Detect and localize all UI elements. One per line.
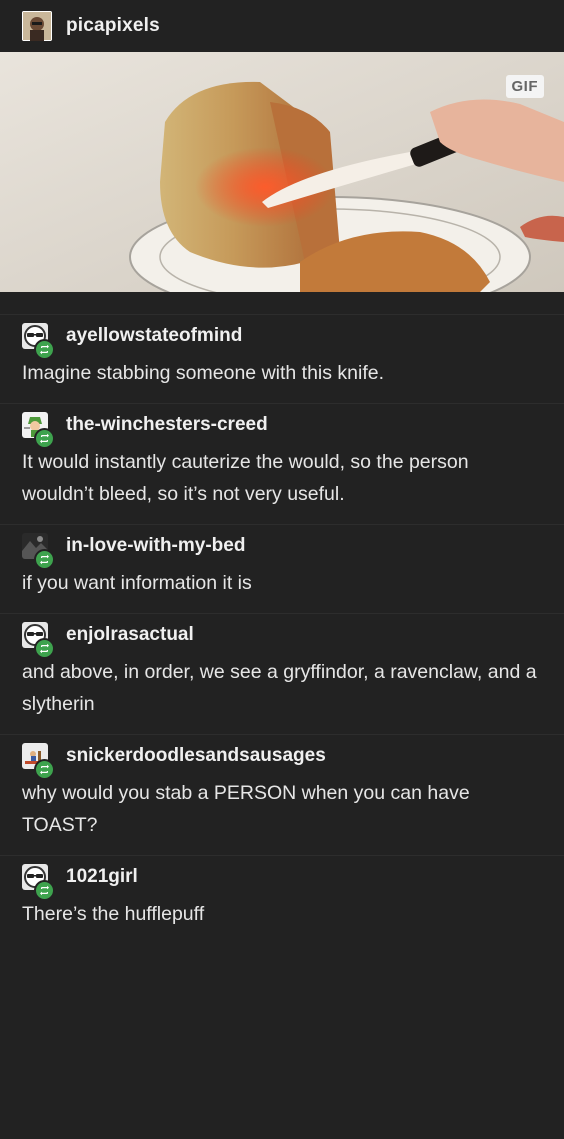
reply-username[interactable]: 1021girl	[66, 866, 138, 888]
reply-text: if you want information it is	[22, 572, 252, 594]
avatar-sunglasses-face-icon[interactable]	[22, 620, 55, 659]
reblog-icon	[34, 880, 55, 901]
reply-username[interactable]: ayellowstateofmind	[66, 325, 242, 347]
reblog-entry-2: the-winchesters-creed It would instantly…	[0, 403, 564, 524]
reblog-icon	[34, 339, 55, 360]
reblog-icon	[34, 638, 55, 659]
reblog-entry-4: enjolrasactual and above, in order, we s…	[0, 613, 564, 734]
reply-username[interactable]: snickerdoodlesandsausages	[66, 745, 326, 767]
avatar-cartoon-figure-icon[interactable]	[22, 741, 55, 780]
reply-username[interactable]: in-love-with-my-bed	[66, 535, 245, 557]
author-name[interactable]: picapixels	[66, 15, 160, 37]
reply-text: It would instantly cauterize the would, …	[22, 451, 469, 505]
reply-username[interactable]: enjolrasactual	[66, 624, 194, 646]
gif-badge: GIF	[505, 75, 544, 98]
reply-text: Imagine stabbing someone with this knife…	[22, 362, 385, 384]
reblog-entry-1: ayellowstateofmind Imagine stabbing some…	[0, 314, 564, 403]
toast-knife-gif[interactable]: GIF	[0, 52, 564, 292]
reblog-entry-5: snickerdoodlesandsausages why would you …	[0, 734, 564, 855]
reply-text: and above, in order, we see a gryffindor…	[22, 661, 537, 715]
reply-text: why would you stab a PERSON when you can…	[22, 782, 470, 836]
reblog-entry-6: 1021girl There’s the hufflepuff	[0, 855, 564, 944]
avatar-sunglasses-face-icon[interactable]	[22, 321, 55, 360]
reply-text: There’s the hufflepuff	[22, 903, 205, 925]
avatar-link-character-icon[interactable]	[22, 410, 55, 449]
avatar-sunglasses-face-icon[interactable]	[22, 862, 55, 901]
reblog-icon	[34, 428, 55, 449]
reblog-icon	[34, 549, 55, 570]
avatar-dark-photo-icon[interactable]	[22, 531, 55, 570]
reply-username[interactable]: the-winchesters-creed	[66, 414, 268, 436]
author-avatar[interactable]	[22, 11, 52, 41]
reblog-icon	[34, 759, 55, 780]
reblog-entry-3: in-love-with-my-bed if you want informat…	[0, 524, 564, 613]
post-header: picapixels	[0, 0, 564, 52]
reply-thread: ayellowstateofmind Imagine stabbing some…	[0, 314, 564, 944]
